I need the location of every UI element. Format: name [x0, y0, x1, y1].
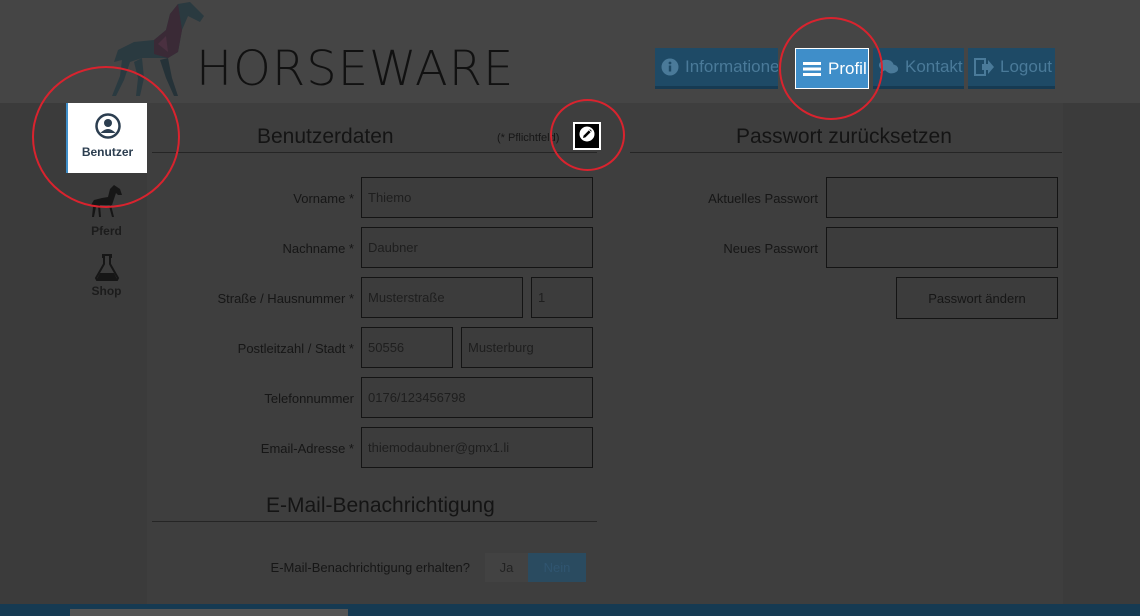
zip-label: Postleitzahl / Stadt *	[237, 341, 354, 356]
nav-informationen-button[interactable]: Informationen	[655, 48, 778, 89]
nav-informationen-label: Informationen	[685, 57, 778, 76]
house-number-input[interactable]	[531, 277, 593, 318]
nav-logout-label: Logout	[1000, 57, 1052, 76]
street-input[interactable]	[361, 277, 523, 318]
sidebar: Benutzer Pferd Shop	[66, 103, 147, 616]
email-label: Email-Adresse *	[260, 441, 354, 456]
nav-profil-label: Profil	[828, 58, 867, 78]
chat-icon	[879, 57, 899, 77]
sidebar-item-label: Pferd	[91, 224, 122, 238]
nav-profil-button[interactable]: Profil	[795, 48, 869, 89]
divider	[630, 152, 1062, 153]
brand-title: HORSEWARE	[196, 41, 515, 97]
change-password-button[interactable]: Passwort ändern	[896, 277, 1058, 319]
phone-label: Telefonnummer	[264, 391, 354, 406]
password-title: Passwort zurücksetzen	[736, 125, 952, 148]
divider	[152, 521, 597, 522]
firstname-input[interactable]	[361, 177, 593, 218]
notification-title: E-Mail-Benachrichtigung	[266, 494, 495, 517]
sidebar-item-benutzer[interactable]: Benutzer	[66, 103, 147, 173]
firstname-label: Vorname *	[293, 191, 354, 206]
info-icon	[661, 57, 679, 77]
edit-button[interactable]	[573, 122, 601, 150]
new-password-label: Neues Passwort	[723, 241, 818, 256]
pencil-icon	[579, 126, 595, 147]
notification-question: E-Mail-Benachrichtigung erhalten?	[270, 560, 470, 575]
lastname-label: Nachname *	[282, 241, 354, 256]
required-hint: (* Pflichtfeld)	[497, 132, 560, 144]
sidebar-item-pferd[interactable]: Pferd	[66, 183, 147, 238]
divider	[152, 152, 597, 153]
notification-yes-button[interactable]: Ja	[485, 553, 528, 582]
nav-logout-button[interactable]: Logout	[968, 48, 1055, 89]
sidebar-item-label: Benutzer	[81, 145, 134, 159]
logout-icon	[974, 57, 994, 77]
flask-icon	[66, 253, 147, 284]
current-password-label: Aktuelles Passwort	[708, 191, 818, 206]
sidebar-item-shop[interactable]: Shop	[66, 253, 147, 298]
new-password-input[interactable]	[826, 227, 1058, 268]
phone-input[interactable]	[361, 377, 593, 418]
user-icon	[68, 103, 147, 142]
city-input[interactable]	[461, 327, 593, 368]
current-password-input[interactable]	[826, 177, 1058, 218]
zip-input[interactable]	[361, 327, 453, 368]
notification-no-button[interactable]: Nein	[528, 553, 586, 582]
email-input[interactable]	[361, 427, 593, 468]
footer-scrollbar[interactable]	[70, 609, 348, 616]
street-label: Straße / Hausnummer *	[217, 291, 354, 306]
horse-icon	[66, 183, 147, 224]
horse-logo-icon	[112, 2, 204, 96]
menu-icon	[802, 59, 822, 79]
user-data-title: Benutzerdaten	[257, 125, 394, 148]
nav-kontakt-label: Kontakt	[905, 57, 963, 76]
sidebar-item-label: Shop	[91, 284, 122, 298]
lastname-input[interactable]	[361, 227, 593, 268]
nav-kontakt-button[interactable]: Kontakt	[873, 48, 964, 89]
